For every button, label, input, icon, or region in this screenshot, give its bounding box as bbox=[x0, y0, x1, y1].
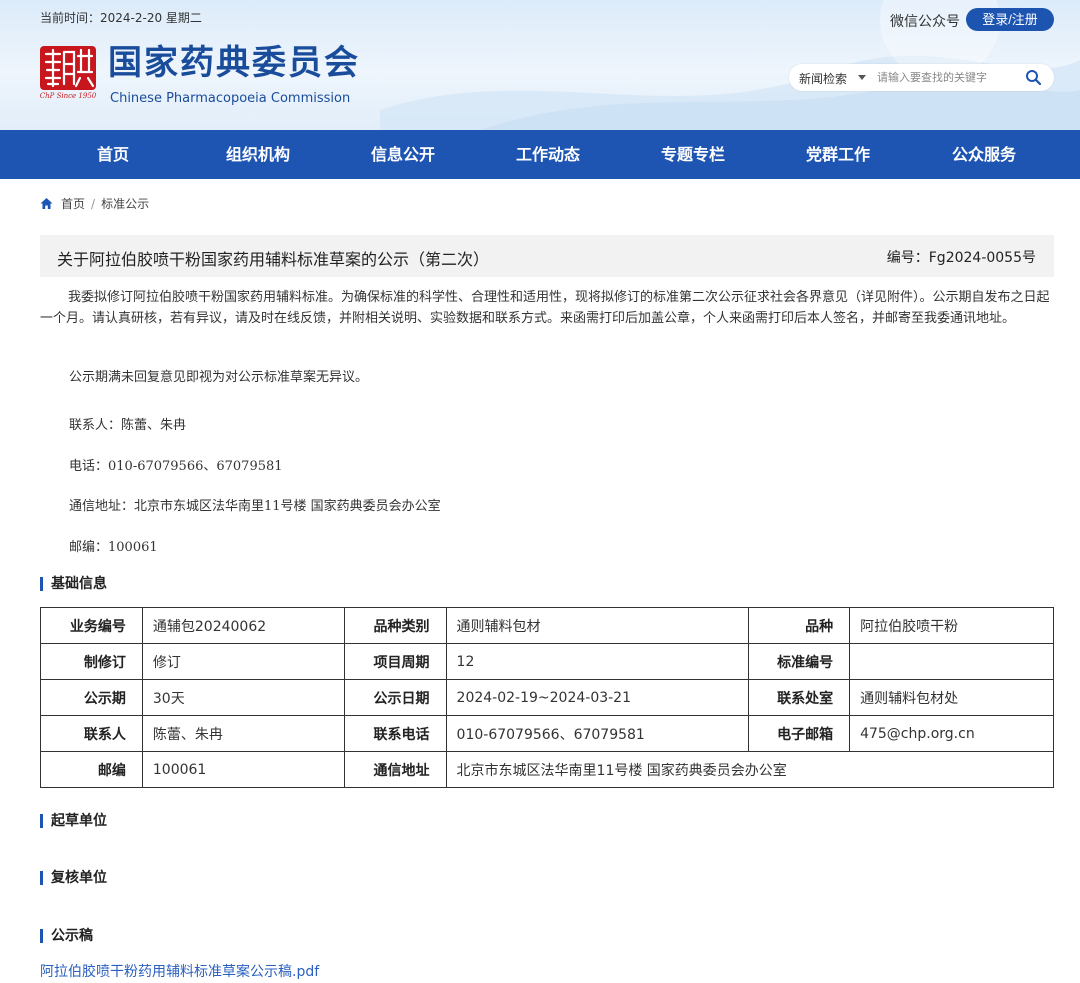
table-label: 制修订 bbox=[40, 643, 143, 680]
basic-info-table: 业务编号 通辅包20240062 品种类别 通则辅料包材 品种 阿拉伯胶喷干粉 … bbox=[40, 607, 1055, 788]
logo-title-cn[interactable]: 国家药典委员会 bbox=[108, 43, 360, 83]
breadcrumb: 首页 / 标准公示 bbox=[40, 195, 149, 212]
table-label: 品种类别 bbox=[343, 607, 447, 644]
table-label: 公示日期 bbox=[343, 679, 447, 716]
search-bar: 新闻检索 bbox=[789, 64, 1054, 91]
table-value: 010-67079566、67079581 bbox=[445, 715, 750, 752]
table-label: 电子邮箱 bbox=[748, 715, 851, 752]
nav-work-news[interactable]: 工作动态 bbox=[488, 130, 608, 179]
table-row: 邮编 100061 通信地址 北京市东城区法华南里11号楼 国家药典委员会办公室 bbox=[40, 751, 1055, 788]
table-value: 北京市东城区法华南里11号楼 国家药典委员会办公室 bbox=[445, 751, 1055, 788]
article-title-bar: 关于阿拉伯胶喷干粉国家药用辅料标准草案的公示（第二次） 编号：Fg2024-00… bbox=[40, 235, 1054, 277]
table-value: 通辅包20240062 bbox=[141, 607, 345, 644]
article-contact: 联系人：陈蕾、朱冉 bbox=[69, 418, 187, 433]
logo-title-en: Chinese Pharmacopoeia Commission bbox=[110, 91, 351, 106]
article-title: 关于阿拉伯胶喷干粉国家药用辅料标准草案的公示（第二次） bbox=[57, 250, 490, 269]
nav-special-topics[interactable]: 专题专栏 bbox=[633, 130, 753, 179]
table-label: 通信地址 bbox=[343, 751, 447, 788]
table-row: 公示期 30天 公示日期 2024-02-19~2024-03-21 联系处室 … bbox=[40, 679, 1054, 716]
table-value: 陈蕾、朱冉 bbox=[141, 715, 345, 752]
caret-down-icon[interactable] bbox=[858, 75, 866, 80]
section-basic-info: 基础信息 bbox=[40, 577, 107, 591]
table-row: 业务编号 通辅包20240062 品种类别 通则辅料包材 品种 阿拉伯胶喷干粉 bbox=[40, 607, 1054, 644]
table-label: 标准编号 bbox=[748, 643, 851, 680]
breadcrumb-separator: / bbox=[91, 196, 96, 211]
nav-party-work[interactable]: 党群工作 bbox=[778, 130, 898, 179]
table-label: 项目周期 bbox=[343, 643, 447, 680]
section-review-unit: 复核单位 bbox=[40, 871, 107, 885]
nav-public-service[interactable]: 公众服务 bbox=[924, 130, 1044, 179]
wechat-link[interactable]: 微信公众号 bbox=[890, 11, 960, 31]
table-value: 修订 bbox=[141, 643, 345, 680]
article-code: 编号：Fg2024-0055号 bbox=[886, 250, 1036, 266]
breadcrumb-home[interactable]: 首页 bbox=[61, 195, 85, 212]
table-label: 联系处室 bbox=[748, 679, 851, 716]
article-zip: 邮编：100061 bbox=[69, 540, 158, 555]
search-category-select[interactable]: 新闻检索 bbox=[799, 70, 847, 87]
attachment-pdf-link[interactable]: 阿拉伯胶喷干粉药用辅料标准草案公示稿.pdf bbox=[40, 961, 319, 981]
table-value: 30天 bbox=[141, 679, 345, 716]
table-value: 475@chp.org.cn bbox=[849, 715, 1054, 752]
table-value: 阿拉伯胶喷干粉 bbox=[849, 607, 1054, 644]
nav-home[interactable]: 首页 bbox=[53, 130, 173, 179]
article-paragraph-notice: 公示期满未回复意见即视为对公示标准草案无异议。 bbox=[69, 370, 369, 385]
table-label: 品种 bbox=[748, 607, 851, 644]
site-header: 当前时间：2024-2-20 星期二 ChP Since 1950 国家药典委员… bbox=[0, 0, 1080, 130]
search-input[interactable] bbox=[877, 68, 1017, 87]
current-date: 当前时间：2024-2-20 星期二 bbox=[40, 11, 202, 25]
nav-organization[interactable]: 组织机构 bbox=[198, 130, 318, 179]
main-nav: 首页 组织机构 信息公开 工作动态 专题专栏 党群工作 公众服务 bbox=[0, 130, 1080, 179]
seal-since-text: ChP Since 1950 bbox=[40, 92, 96, 100]
article-address: 通信地址：北京市东城区法华南里11号楼 国家药典委员会办公室 bbox=[69, 499, 441, 514]
article-phone: 电话：010-67079566、67079581 bbox=[69, 459, 283, 474]
table-value: 通则辅料包材 bbox=[445, 607, 750, 644]
breadcrumb-current[interactable]: 标准公示 bbox=[101, 195, 149, 212]
table-label: 联系人 bbox=[40, 715, 143, 752]
table-label: 邮编 bbox=[40, 751, 143, 788]
login-register-button[interactable]: 登录/注册 bbox=[966, 8, 1054, 31]
section-draft-doc: 公示稿 bbox=[40, 929, 93, 943]
home-icon[interactable] bbox=[40, 197, 53, 210]
article-paragraph-intro: 我委拟修订阿拉伯胶喷干粉国家药用辅料标准。为确保标准的科学性、合理性和适用性，现… bbox=[40, 290, 1050, 326]
search-icon[interactable] bbox=[1025, 69, 1042, 86]
section-draft-unit: 起草单位 bbox=[40, 814, 107, 828]
table-value: 12 bbox=[445, 643, 750, 680]
table-value bbox=[849, 643, 1054, 680]
table-label: 业务编号 bbox=[40, 607, 143, 644]
table-row: 联系人 陈蕾、朱冉 联系电话 010-67079566、67079581 电子邮… bbox=[40, 715, 1054, 752]
table-value: 通则辅料包材处 bbox=[849, 679, 1054, 716]
nav-info-disclosure[interactable]: 信息公开 bbox=[343, 130, 463, 179]
commission-seal-logo[interactable]: ChP Since 1950 bbox=[40, 46, 96, 100]
table-value: 2024-02-19~2024-03-21 bbox=[445, 679, 750, 716]
table-label: 公示期 bbox=[40, 679, 143, 716]
table-row: 制修订 修订 项目周期 12 标准编号 bbox=[40, 643, 1054, 680]
table-value: 100061 bbox=[141, 751, 345, 788]
table-label: 联系电话 bbox=[343, 715, 447, 752]
